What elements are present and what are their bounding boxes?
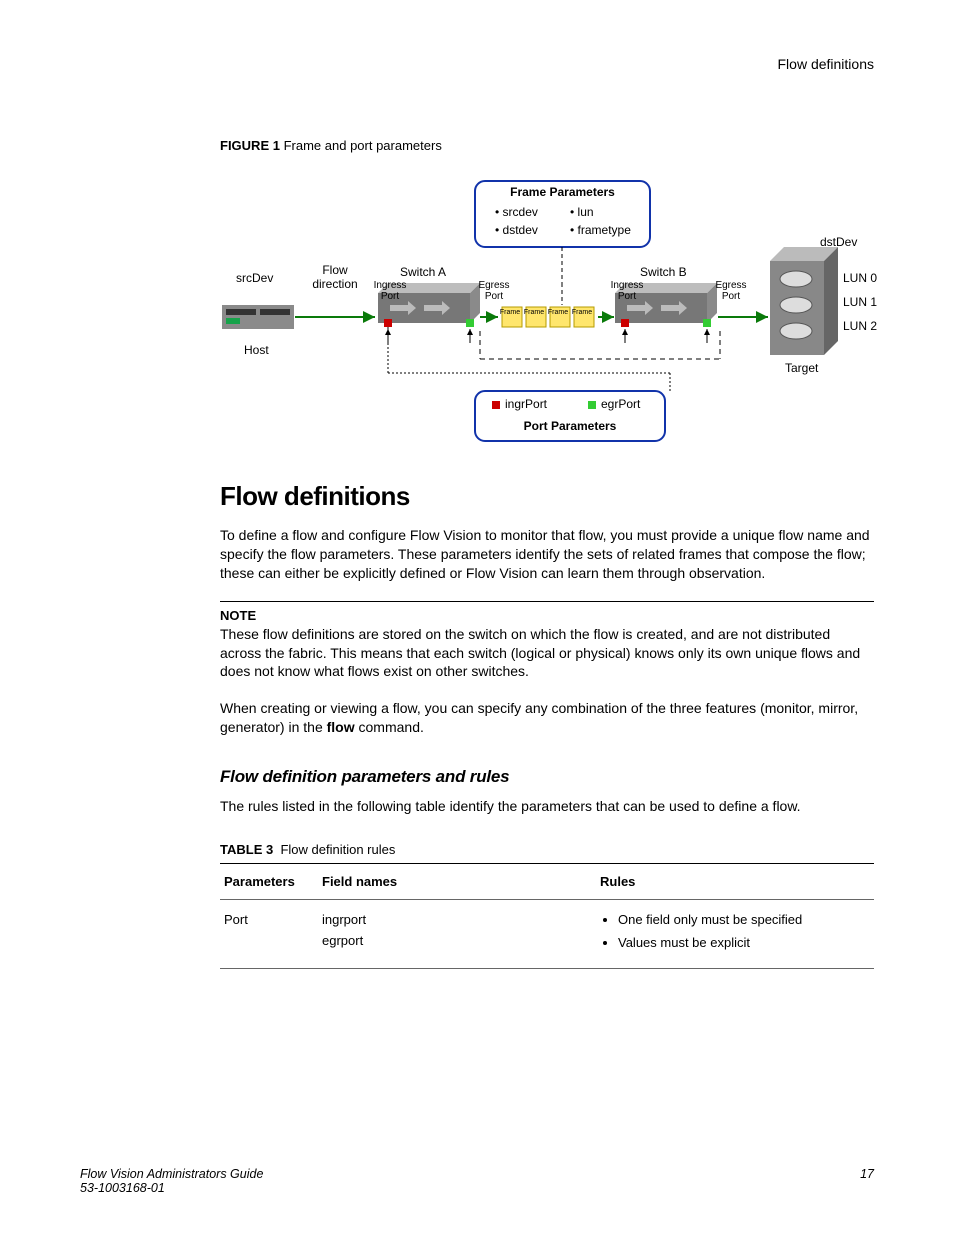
para2-pre: When creating or viewing a flow, you can…: [220, 700, 858, 735]
td-param: Port: [220, 900, 318, 969]
frame-2: Frame: [522, 309, 546, 316]
switch-b-label: Switch B: [640, 265, 687, 279]
table-caption: TABLE 3 Flow definition rules: [220, 842, 874, 857]
frame-4: Frame: [570, 309, 594, 316]
para2-post: command.: [355, 719, 424, 735]
footer-line1: Flow Vision Administrators Guide: [80, 1167, 263, 1181]
note-body: These flow definitions are stored on the…: [220, 625, 874, 682]
th-fieldnames: Field names: [318, 864, 596, 900]
target-label: Target: [785, 361, 818, 375]
rule1: One field only must be specified: [618, 910, 870, 931]
srcdev-label: srcDev: [236, 271, 273, 285]
ingress-b: Ingress Port: [607, 280, 647, 302]
flow-direction-label: Flow direction: [305, 263, 365, 291]
port-params-title: Port Parameters: [475, 419, 665, 433]
td-rules: One field only must be specified Values …: [596, 900, 874, 969]
ingrport-label: ingrPort: [505, 397, 547, 411]
running-head: Flow definitions: [778, 56, 875, 72]
table-title: Flow definition rules: [280, 842, 395, 857]
egress-b: Egress Port: [711, 280, 751, 302]
frame-3: Frame: [546, 309, 570, 316]
host-label: Host: [244, 343, 269, 357]
switch-a-label: Switch A: [400, 265, 446, 279]
field1: ingrport: [322, 912, 366, 927]
fp-item-3: frametype: [578, 223, 631, 237]
figure-caption: FIGURE 1 Frame and port parameters: [220, 138, 874, 153]
frame-1: Frame: [498, 309, 522, 316]
page-number: 17: [860, 1167, 874, 1181]
section-para2: When creating or viewing a flow, you can…: [220, 699, 874, 737]
subsection-heading: Flow definition parameters and rules: [220, 767, 874, 787]
ingress-a: Ingress Port: [370, 280, 410, 302]
table-row: Port ingrport egrport One field only mus…: [220, 900, 874, 969]
section-heading: Flow definitions: [220, 481, 874, 512]
figure-label: FIGURE 1: [220, 138, 280, 153]
lun0-label: LUN 0: [843, 271, 877, 285]
footer-line2: 53-1003168-01: [80, 1181, 165, 1195]
egrport-label: egrPort: [601, 397, 640, 411]
section-para1: To define a flow and configure Flow Visi…: [220, 526, 874, 583]
fp-item-1: lun: [578, 205, 594, 219]
figure-title: Frame and port parameters: [284, 138, 442, 153]
fp-item-2: dstdev: [503, 223, 538, 237]
fp-item-0: srcdev: [503, 205, 538, 219]
note-rule: [220, 601, 874, 602]
rules-table: Parameters Field names Rules Port ingrpo…: [220, 863, 874, 969]
th-parameters: Parameters: [220, 864, 318, 900]
th-rules: Rules: [596, 864, 874, 900]
section-para3: The rules listed in the following table …: [220, 797, 874, 816]
figure-diagram: Frame Parameters • srcdev • lun • dstdev…: [220, 173, 874, 453]
lun2-label: LUN 2: [843, 319, 877, 333]
field2: egrport: [322, 933, 363, 948]
dstdev-label: dstDev: [820, 235, 857, 249]
table-label: TABLE 3: [220, 842, 273, 857]
page-footer: 17 Flow Vision Administrators Guide 53-1…: [80, 1167, 874, 1195]
para2-bold: flow: [327, 719, 355, 735]
td-fields: ingrport egrport: [318, 900, 596, 969]
frame-params-title: Frame Parameters: [475, 185, 650, 199]
egress-a: Egress Port: [474, 280, 514, 302]
note-head: NOTE: [220, 608, 874, 623]
lun1-label: LUN 1: [843, 295, 877, 309]
rule2: Values must be explicit: [618, 933, 870, 954]
